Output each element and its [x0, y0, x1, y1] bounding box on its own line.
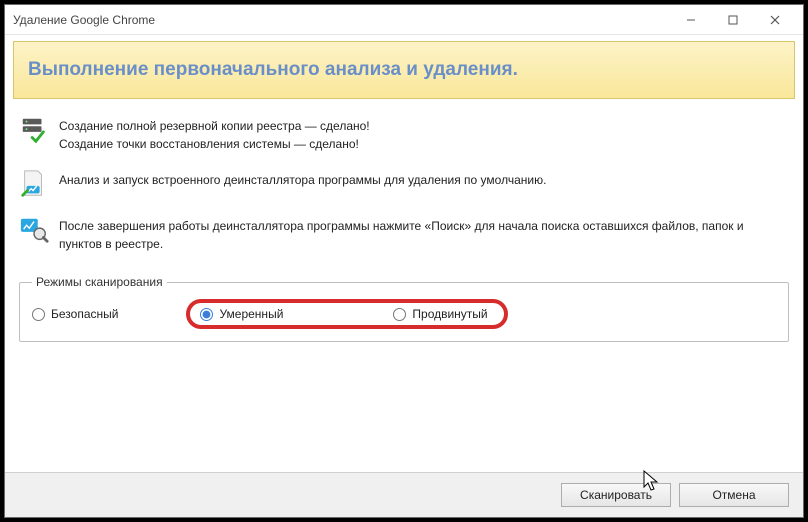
dialog-window: Удаление Google Chrome Выполнение первон…: [4, 4, 804, 518]
header-band: Выполнение первоначального анализа и уда…: [13, 41, 795, 99]
magnifier-chart-icon: [19, 215, 49, 245]
radio-advanced-label: Продвинутый: [412, 307, 487, 321]
radio-safe-label: Безопасный: [51, 307, 118, 321]
titlebar: Удаление Google Chrome: [5, 5, 803, 35]
radio-moderate-label: Умеренный: [219, 307, 283, 321]
step-backup-text: Создание полной резервной копии реестра …: [59, 115, 370, 153]
step-post-text: После завершения работы деинсталлятора п…: [59, 215, 789, 253]
scan-button[interactable]: Сканировать: [561, 483, 671, 507]
maximize-button[interactable]: [713, 9, 753, 31]
radio-advanced[interactable]: Продвинутый: [393, 307, 487, 321]
backup-line-2: Создание точки восстановления системы — …: [59, 135, 370, 153]
window-controls: [671, 9, 795, 31]
step-analysis-text: Анализ и запуск встроенного деинсталлято…: [59, 169, 546, 189]
backup-line-1: Создание полной резервной копии реестра …: [59, 117, 370, 135]
step-backup: Создание полной резервной копии реестра …: [19, 115, 789, 153]
close-button[interactable]: [755, 9, 795, 31]
cancel-button[interactable]: Отмена: [679, 483, 789, 507]
content-area: Создание полной резервной копии реестра …: [5, 105, 803, 472]
footer-bar: Сканировать Отмена: [5, 472, 803, 517]
scan-modes-group: Режимы сканирования Безопасный Умеренный…: [19, 275, 789, 342]
server-check-icon: [19, 115, 49, 145]
page-title: Выполнение первоначального анализа и уда…: [28, 59, 518, 81]
step-analysis: Анализ и запуск встроенного деинсталлято…: [19, 169, 789, 199]
window-title: Удаление Google Chrome: [13, 13, 671, 27]
document-analysis-icon: [19, 169, 49, 199]
scan-modes-legend: Режимы сканирования: [32, 275, 167, 289]
radio-moderate-input[interactable]: [200, 308, 213, 321]
highlight-ring: Умеренный Продвинутый: [186, 299, 507, 329]
radio-moderate[interactable]: Умеренный: [200, 307, 283, 321]
minimize-button[interactable]: [671, 9, 711, 31]
step-post: После завершения работы деинсталлятора п…: [19, 215, 789, 253]
radio-advanced-input[interactable]: [393, 308, 406, 321]
radio-safe[interactable]: Безопасный: [32, 307, 118, 321]
radio-safe-input[interactable]: [32, 308, 45, 321]
